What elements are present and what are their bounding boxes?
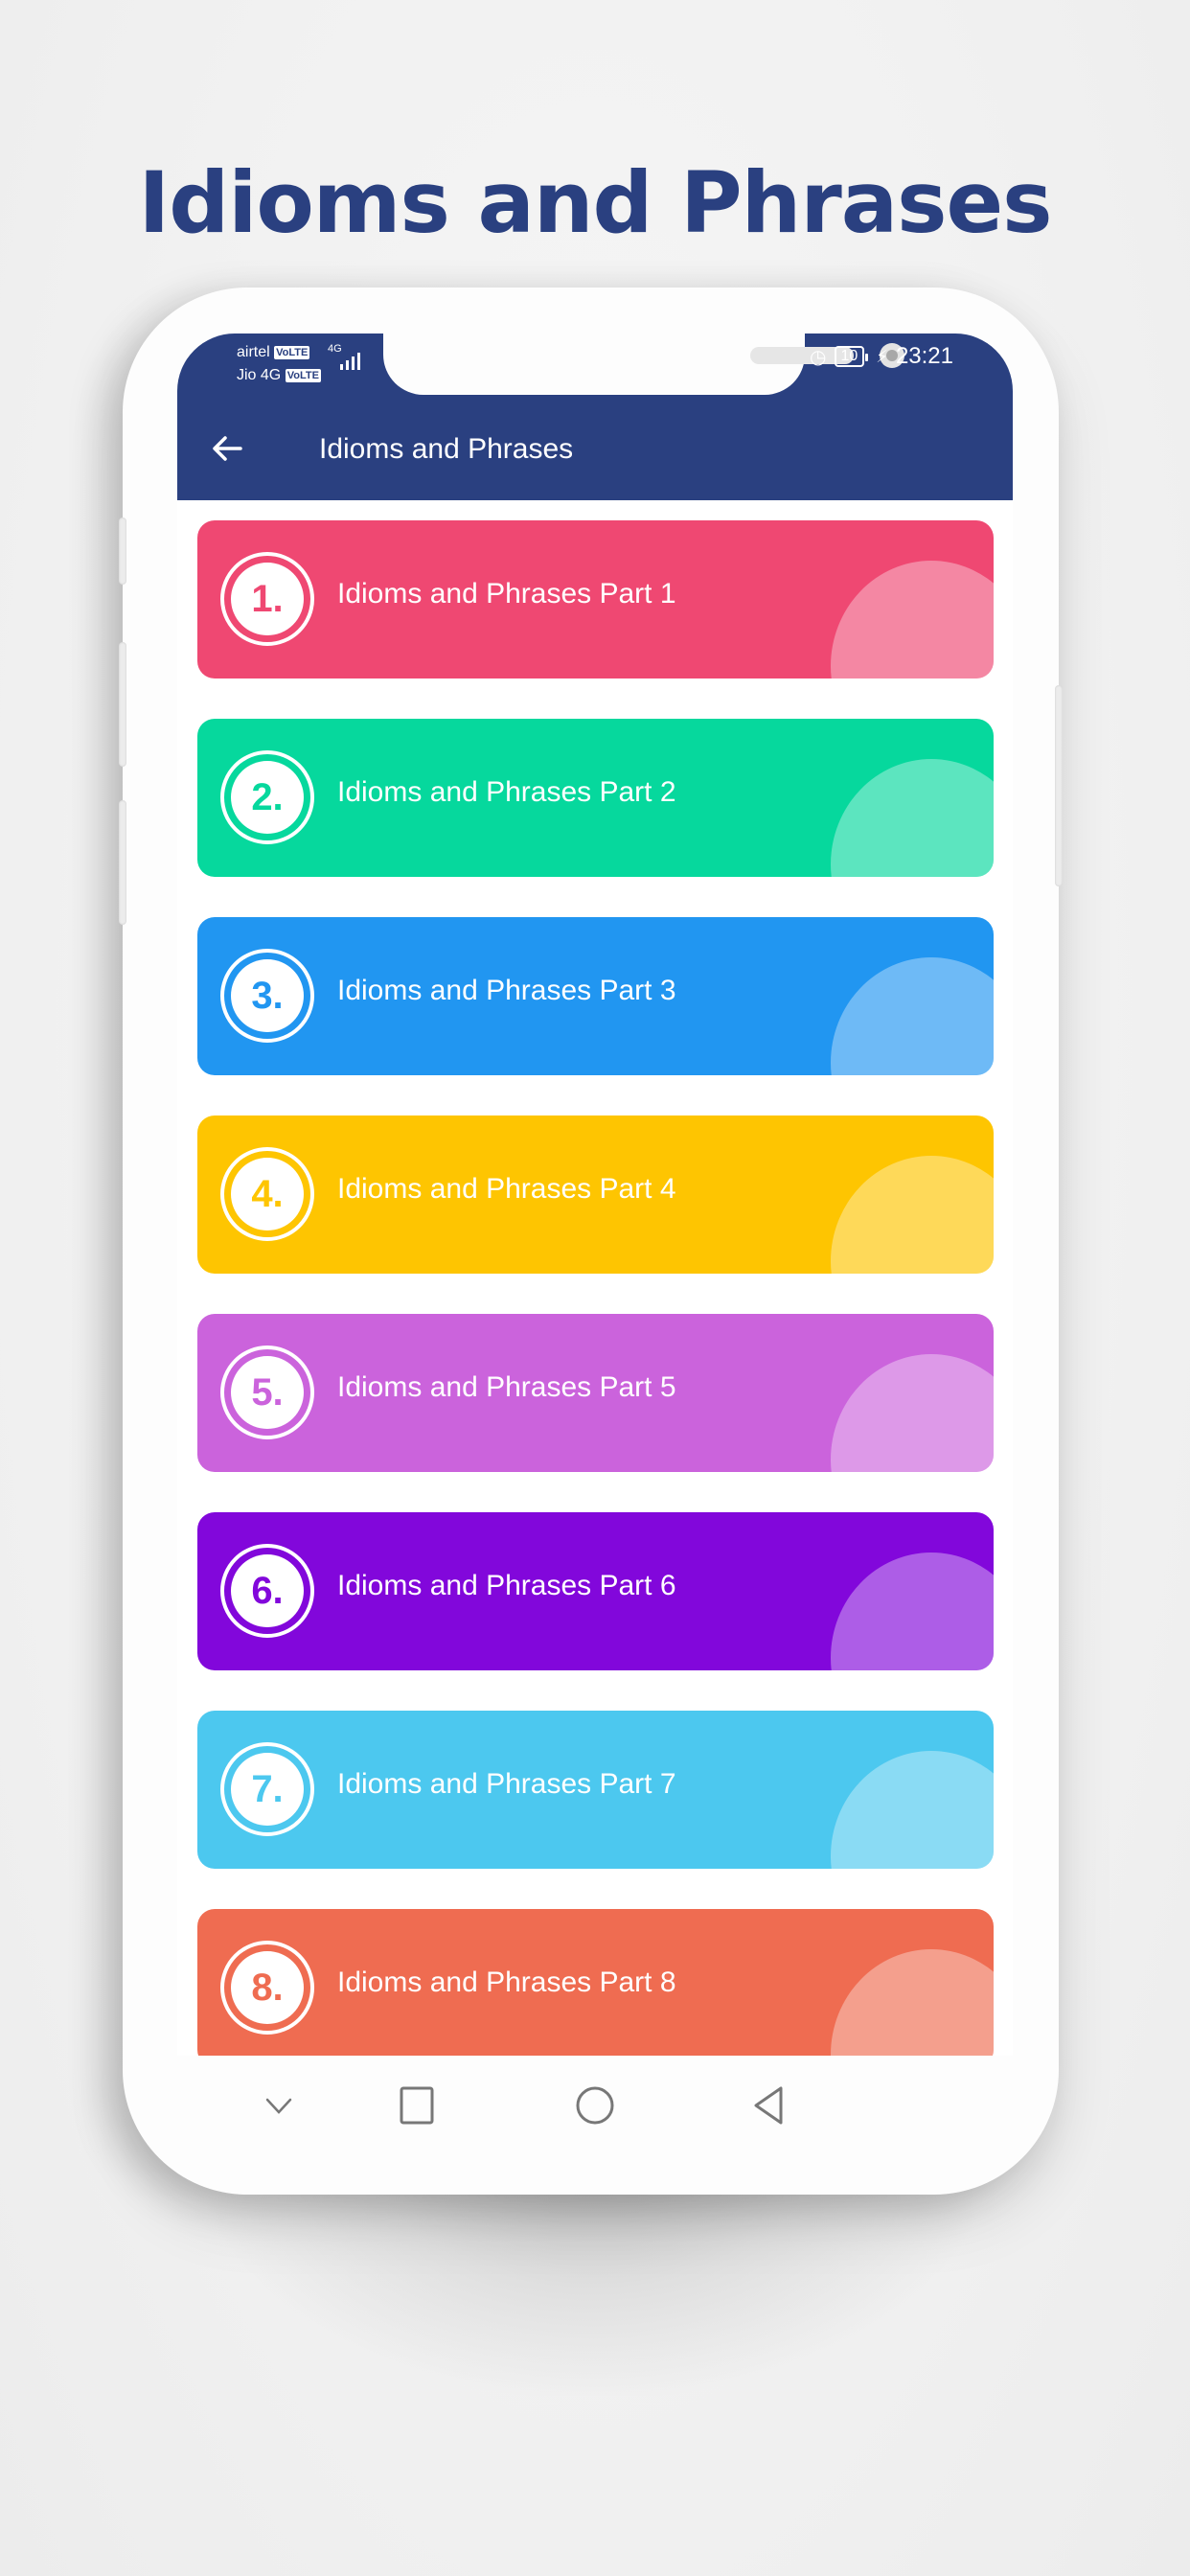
home-circle-icon[interactable] — [574, 2084, 616, 2127]
promo-headline: Idioms and Phrases — [138, 153, 1052, 252]
charging-icon: ⚡ — [876, 346, 888, 366]
phone-screen: airtel VoLTE Jio 4G VoLTE 4G ◷ 10 ⚡ 23:2… — [177, 334, 1013, 2156]
volume-down-button — [119, 800, 126, 925]
list-item[interactable]: 2. Idioms and Phrases Part 2 — [197, 719, 994, 877]
carrier-1: airtel — [237, 344, 270, 360]
volte-tag-1: VoLTE — [274, 345, 310, 359]
item-number: 5. — [231, 1356, 304, 1429]
decorative-circle — [831, 759, 994, 877]
battery-icon: 10 — [834, 346, 869, 367]
side-button — [119, 518, 126, 585]
item-label: Idioms and Phrases Part 1 — [337, 578, 676, 610]
decorative-circle — [831, 1552, 994, 1670]
item-label: Idioms and Phrases Part 2 — [337, 776, 676, 808]
item-label: Idioms and Phrases Part 6 — [337, 1570, 676, 1601]
item-number: 6. — [231, 1554, 304, 1627]
notch — [383, 334, 904, 395]
signal-bars-icon — [340, 353, 360, 370]
item-number: 7. — [231, 1753, 304, 1826]
recents-square-icon[interactable] — [398, 2084, 436, 2127]
system-nav-bar — [177, 2056, 1013, 2156]
item-label: Idioms and Phrases Part 3 — [337, 975, 676, 1006]
decorative-circle — [831, 561, 994, 678]
number-badge: 3. — [220, 949, 314, 1043]
item-number: 1. — [231, 563, 304, 635]
number-badge: 7. — [220, 1742, 314, 1836]
list-item[interactable]: 5. Idioms and Phrases Part 5 — [197, 1314, 994, 1472]
carrier-2: Jio 4G — [237, 367, 282, 383]
clock: 23:21 — [895, 343, 953, 369]
number-badge: 1. — [220, 552, 314, 646]
decorative-circle — [831, 957, 994, 1075]
item-label: Idioms and Phrases Part 7 — [337, 1768, 676, 1800]
number-badge: 8. — [220, 1941, 314, 2035]
app-bar-title: Idioms and Phrases — [319, 433, 574, 465]
arrow-left-icon — [213, 436, 242, 461]
item-number: 8. — [231, 1951, 304, 2024]
decorative-circle — [831, 1354, 994, 1472]
decorative-circle — [831, 1156, 994, 1274]
item-number: 2. — [231, 761, 304, 834]
list-item[interactable]: 1. Idioms and Phrases Part 1 — [197, 520, 994, 678]
decorative-circle — [831, 1751, 994, 1869]
app-bar: airtel VoLTE Jio 4G VoLTE 4G ◷ 10 ⚡ 23:2… — [177, 334, 1013, 500]
item-number: 3. — [231, 959, 304, 1032]
number-badge: 4. — [220, 1147, 314, 1241]
list-item[interactable]: 7. Idioms and Phrases Part 7 — [197, 1711, 994, 1869]
alarm-icon: ◷ — [810, 346, 827, 368]
phone-frame: airtel VoLTE Jio 4G VoLTE 4G ◷ 10 ⚡ 23:2… — [119, 288, 1063, 2195]
decorative-circle — [831, 1949, 994, 2067]
item-number: 4. — [231, 1158, 304, 1230]
item-label: Idioms and Phrases Part 8 — [337, 1966, 676, 1998]
chevron-down-icon[interactable] — [263, 2096, 294, 2117]
list-item[interactable]: 3. Idioms and Phrases Part 3 — [197, 917, 994, 1075]
item-label: Idioms and Phrases Part 4 — [337, 1173, 676, 1205]
volume-up-button — [119, 642, 126, 767]
volte-tag-2: VoLTE — [285, 368, 321, 382]
back-triangle-icon[interactable] — [750, 2084, 789, 2127]
status-carriers: airtel VoLTE Jio 4G VoLTE — [237, 341, 321, 387]
list-item[interactable]: 4. Idioms and Phrases Part 4 — [197, 1116, 994, 1274]
power-button — [1055, 685, 1063, 886]
parts-list: 1. Idioms and Phrases Part 1 2. Idioms a… — [177, 500, 1013, 2156]
back-button[interactable] — [208, 429, 246, 468]
list-item[interactable]: 6. Idioms and Phrases Part 6 — [197, 1512, 994, 1670]
list-item[interactable]: 8. Idioms and Phrases Part 8 — [197, 1909, 994, 2067]
number-badge: 6. — [220, 1544, 314, 1638]
item-label: Idioms and Phrases Part 5 — [337, 1371, 676, 1403]
number-badge: 5. — [220, 1346, 314, 1439]
number-badge: 2. — [220, 750, 314, 844]
status-right: ◷ 10 ⚡ 23:21 — [810, 343, 953, 370]
